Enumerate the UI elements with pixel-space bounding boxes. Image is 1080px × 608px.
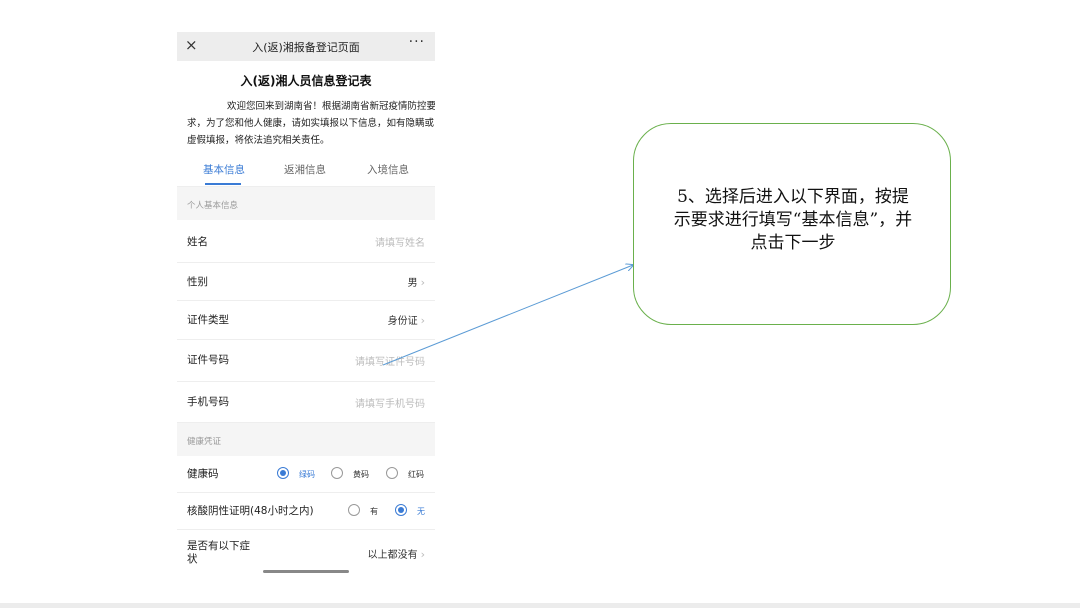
callout-line-3: 点击下一步 xyxy=(750,233,836,253)
arrow-line xyxy=(382,265,633,366)
callout-line-2: 示要求进行填写“基本信息”，并 xyxy=(673,210,913,230)
callout-text: 5、选择后进入以下界面，按提 示要求进行填写“基本信息”，并 点击下一步 xyxy=(648,186,938,255)
callout-line-1: 5、选择后进入以下界面，按提 xyxy=(677,187,909,207)
